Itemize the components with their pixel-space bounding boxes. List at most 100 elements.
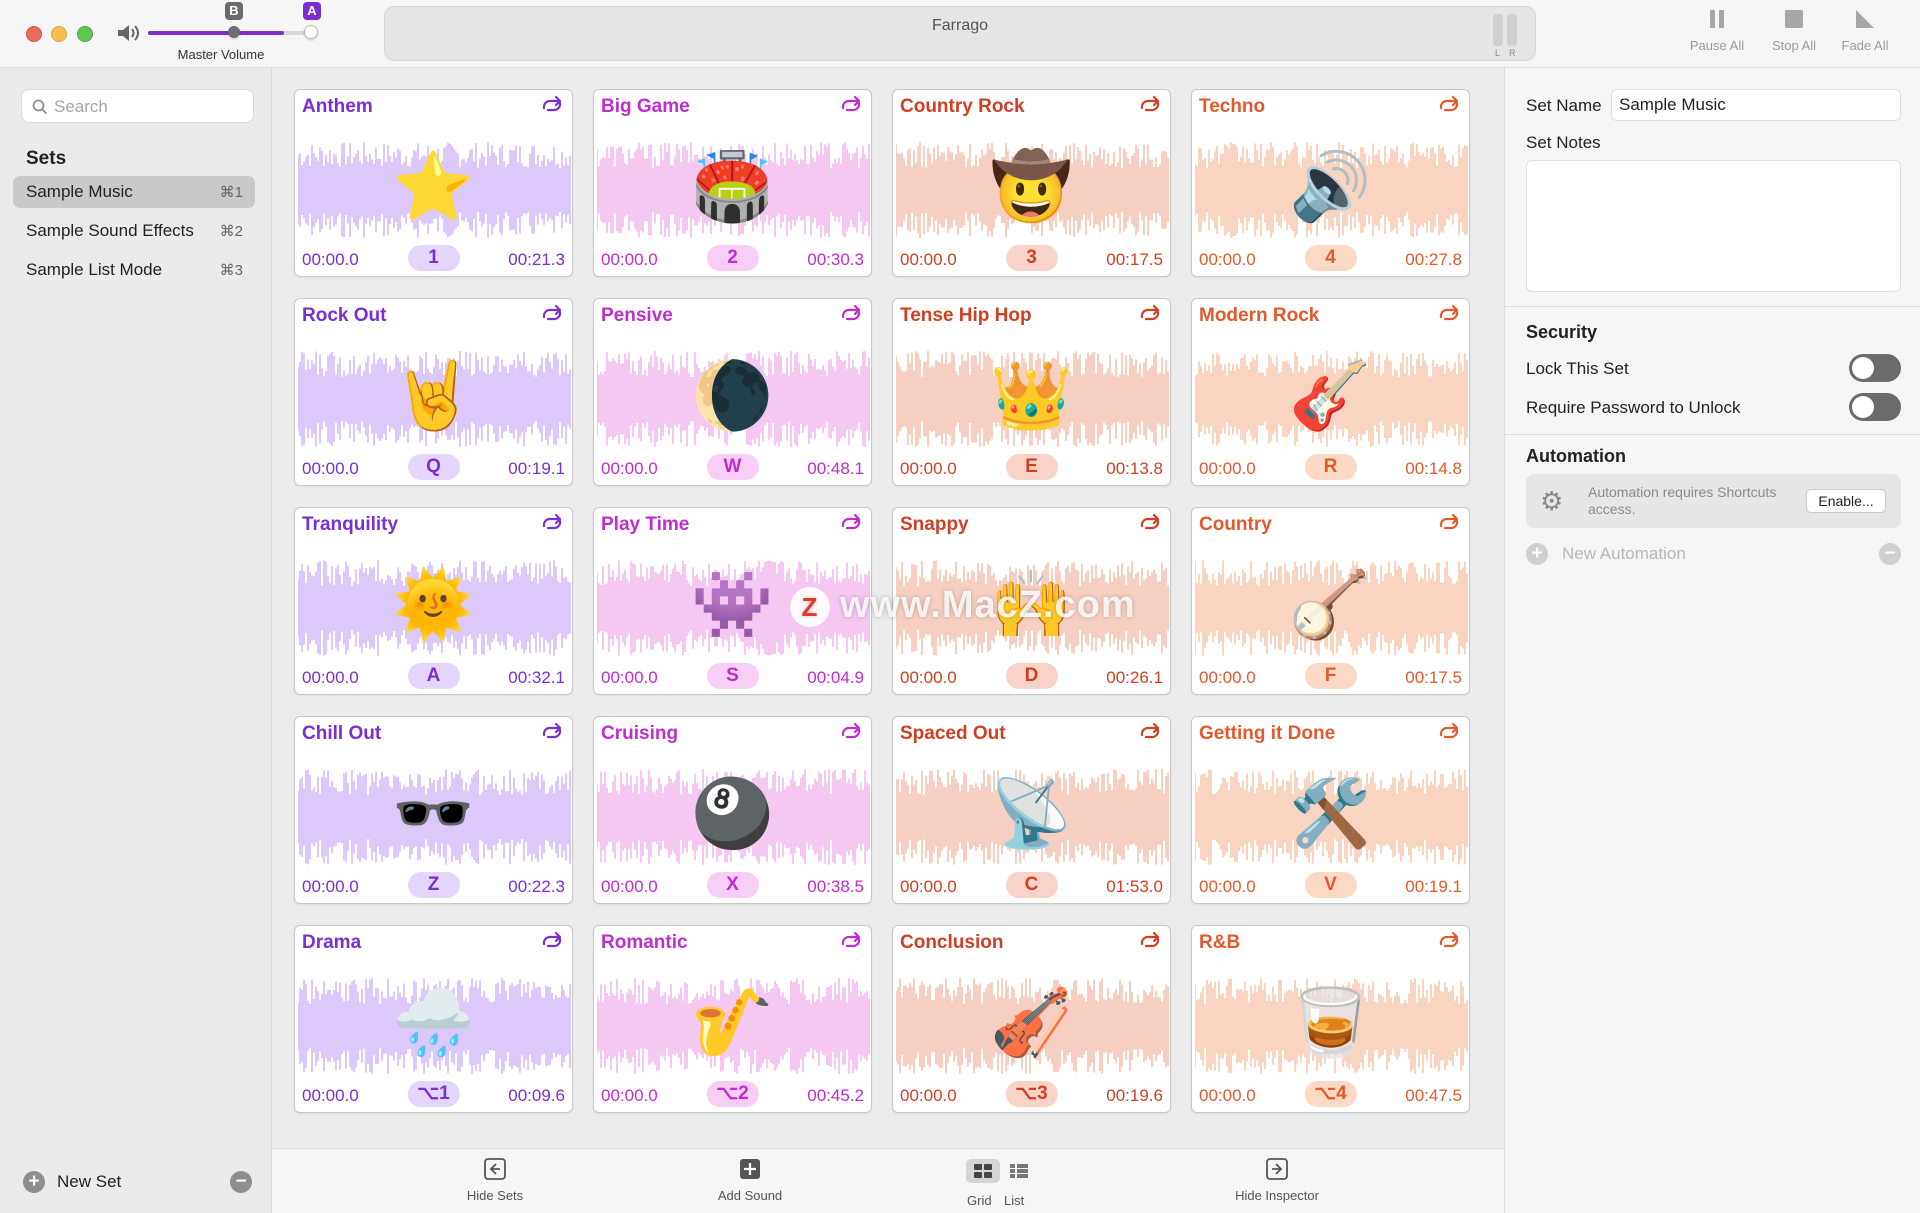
set-notes-label: Set Notes [1526,133,1601,152]
duration: 00:09.6 [508,1086,565,1105]
loop-icon[interactable] [1137,722,1163,742]
sound-tile[interactable]: Country Rock 🤠 00:00.0 3 00:17.5 [892,89,1171,277]
add-sound-button[interactable]: Add Sound [710,1158,790,1203]
hotkey-badge: V [1304,872,1357,898]
view-mode-control[interactable] [966,1159,1036,1183]
search-field[interactable] [21,89,254,123]
pause-all-label: Pause All [1689,38,1745,53]
duration: 00:13.8 [1106,459,1163,478]
loop-icon[interactable] [838,95,864,115]
hotkey-badge: C [1005,872,1058,898]
duration: 00:45.2 [807,1086,864,1105]
sound-tile[interactable]: Tranquility 🌞 00:00.0 A 00:32.1 [294,507,573,695]
loop-icon[interactable] [1436,722,1462,742]
sound-title: Romantic [601,932,688,953]
add-set-icon[interactable]: + [23,1171,45,1193]
stop-icon [1785,10,1803,28]
sound-tile[interactable]: Drama 🌧️ 00:00.0 ⌥1 00:09.6 [294,925,573,1113]
sound-title: Spaced Out [900,723,1006,744]
hide-sets-label: Hide Sets [466,1188,524,1203]
sound-tile[interactable]: Big Game 🏟️ 00:00.0 2 00:30.3 [593,89,872,277]
volume-marker-b: B [225,2,243,20]
sound-tile[interactable]: Conclusion 🎻 00:00.0 ⌥3 00:19.6 [892,925,1171,1113]
loop-icon[interactable] [1436,513,1462,533]
duration: 00:32.1 [508,668,565,687]
set-item-sample-list-mode[interactable]: Sample List Mode ⌘3 [13,254,255,286]
sound-tile[interactable]: Getting it Done 🛠️ 00:00.0 V 00:19.1 [1191,716,1470,904]
start-time: 00:00.0 [302,877,359,896]
sound-tile[interactable]: Chill Out 🕶️ 00:00.0 Z 00:22.3 [294,716,573,904]
add-sound-icon [740,1159,760,1179]
sound-tile[interactable]: Pensive 🌘 00:00.0 W 00:48.1 [593,298,872,486]
master-volume-knob[interactable] [304,25,318,39]
remove-set-icon[interactable]: − [230,1171,252,1193]
search-input[interactable] [54,95,244,119]
set-shortcut: ⌘3 [219,262,243,279]
set-item-sample-music[interactable]: Sample Music ⌘1 [13,176,255,208]
volume-marker-b-knob[interactable] [228,26,240,38]
minimize-window-button[interactable] [51,26,67,42]
zoom-window-button[interactable] [77,26,93,42]
sound-emoji-icon: 🕶️ [392,776,475,850]
sound-title: Chill Out [302,723,382,744]
sidebar-footer: + New Set − [0,1153,272,1213]
sound-tile[interactable]: R&B 🥃 00:00.0 ⌥4 00:47.5 [1191,925,1470,1113]
loop-icon[interactable] [838,722,864,742]
right-channel-bar [1507,14,1517,46]
add-automation-icon[interactable]: + [1526,543,1548,565]
enable-automation-button[interactable]: Enable... [1806,489,1886,513]
start-time: 00:00.0 [601,1086,658,1105]
hide-inspector-button[interactable]: Hide Inspector [1222,1158,1332,1203]
grid-icon [974,1164,992,1178]
fade-all-button[interactable]: Fade All [1830,8,1900,53]
loop-icon[interactable] [1436,931,1462,951]
hotkey-badge: F [1304,663,1357,689]
loop-icon[interactable] [539,304,565,324]
set-item-sample-sound-effects[interactable]: Sample Sound Effects ⌘2 [13,215,255,247]
close-window-button[interactable] [26,26,42,42]
loop-icon[interactable] [1137,513,1163,533]
pause-all-button[interactable]: Pause All [1682,8,1752,53]
bottom-toolbar: Hide Sets Add Sound Grid List Hide Inspe… [272,1148,1504,1213]
set-name-field[interactable] [1611,89,1901,121]
remove-automation-icon[interactable]: − [1879,543,1901,565]
grid-view-button[interactable] [966,1159,1000,1183]
lock-set-toggle[interactable] [1849,354,1901,382]
loop-icon[interactable] [539,722,565,742]
loop-icon[interactable] [539,513,565,533]
set-shortcut: ⌘2 [219,223,243,240]
sound-tile[interactable]: Cruising 🎱 00:00.0 X 00:38.5 [593,716,872,904]
loop-icon[interactable] [1436,304,1462,324]
loop-icon[interactable] [1436,95,1462,115]
loop-icon[interactable] [1137,931,1163,951]
speaker-icon[interactable] [116,22,142,44]
loop-icon[interactable] [838,304,864,324]
sound-title: Cruising [601,723,679,744]
stop-all-button[interactable]: Stop All [1759,8,1829,53]
loop-icon[interactable] [838,513,864,533]
set-notes-field[interactable] [1526,160,1901,292]
sound-tile[interactable]: Country 🪕 00:00.0 F 00:17.5 [1191,507,1470,695]
loop-icon[interactable] [539,931,565,951]
new-set-button[interactable]: New Set [57,1172,121,1192]
sound-tile[interactable]: Modern Rock 🎸 00:00.0 R 00:14.8 [1191,298,1470,486]
sound-tile[interactable]: Romantic 🎷 00:00.0 ⌥2 00:45.2 [593,925,872,1113]
sound-tile[interactable]: Tense Hip Hop 👑 00:00.0 E 00:13.8 [892,298,1171,486]
start-time: 00:00.0 [302,1086,359,1105]
sound-tile[interactable]: Techno 🔊 00:00.0 4 00:27.8 [1191,89,1470,277]
require-password-toggle[interactable] [1849,393,1901,421]
sound-tile[interactable]: Spaced Out 📡 00:00.0 C 01:53.0 [892,716,1171,904]
list-view-button[interactable] [1002,1159,1036,1183]
duration: 00:48.1 [807,459,864,478]
hide-sets-button[interactable]: Hide Sets [455,1158,535,1203]
loop-icon[interactable] [1137,304,1163,324]
new-automation-button[interactable]: New Automation [1562,544,1686,564]
set-name: Sample Sound Effects [26,221,194,240]
sound-tile[interactable]: Rock Out 🤘 00:00.0 Q 00:19.1 [294,298,573,486]
sound-title: Play Time [601,514,690,535]
sound-tile[interactable]: Anthem ⭐ 00:00.0 1 00:21.3 [294,89,573,277]
loop-icon[interactable] [838,931,864,951]
loop-icon[interactable] [539,95,565,115]
automation-heading: Automation [1526,446,1626,466]
loop-icon[interactable] [1137,95,1163,115]
